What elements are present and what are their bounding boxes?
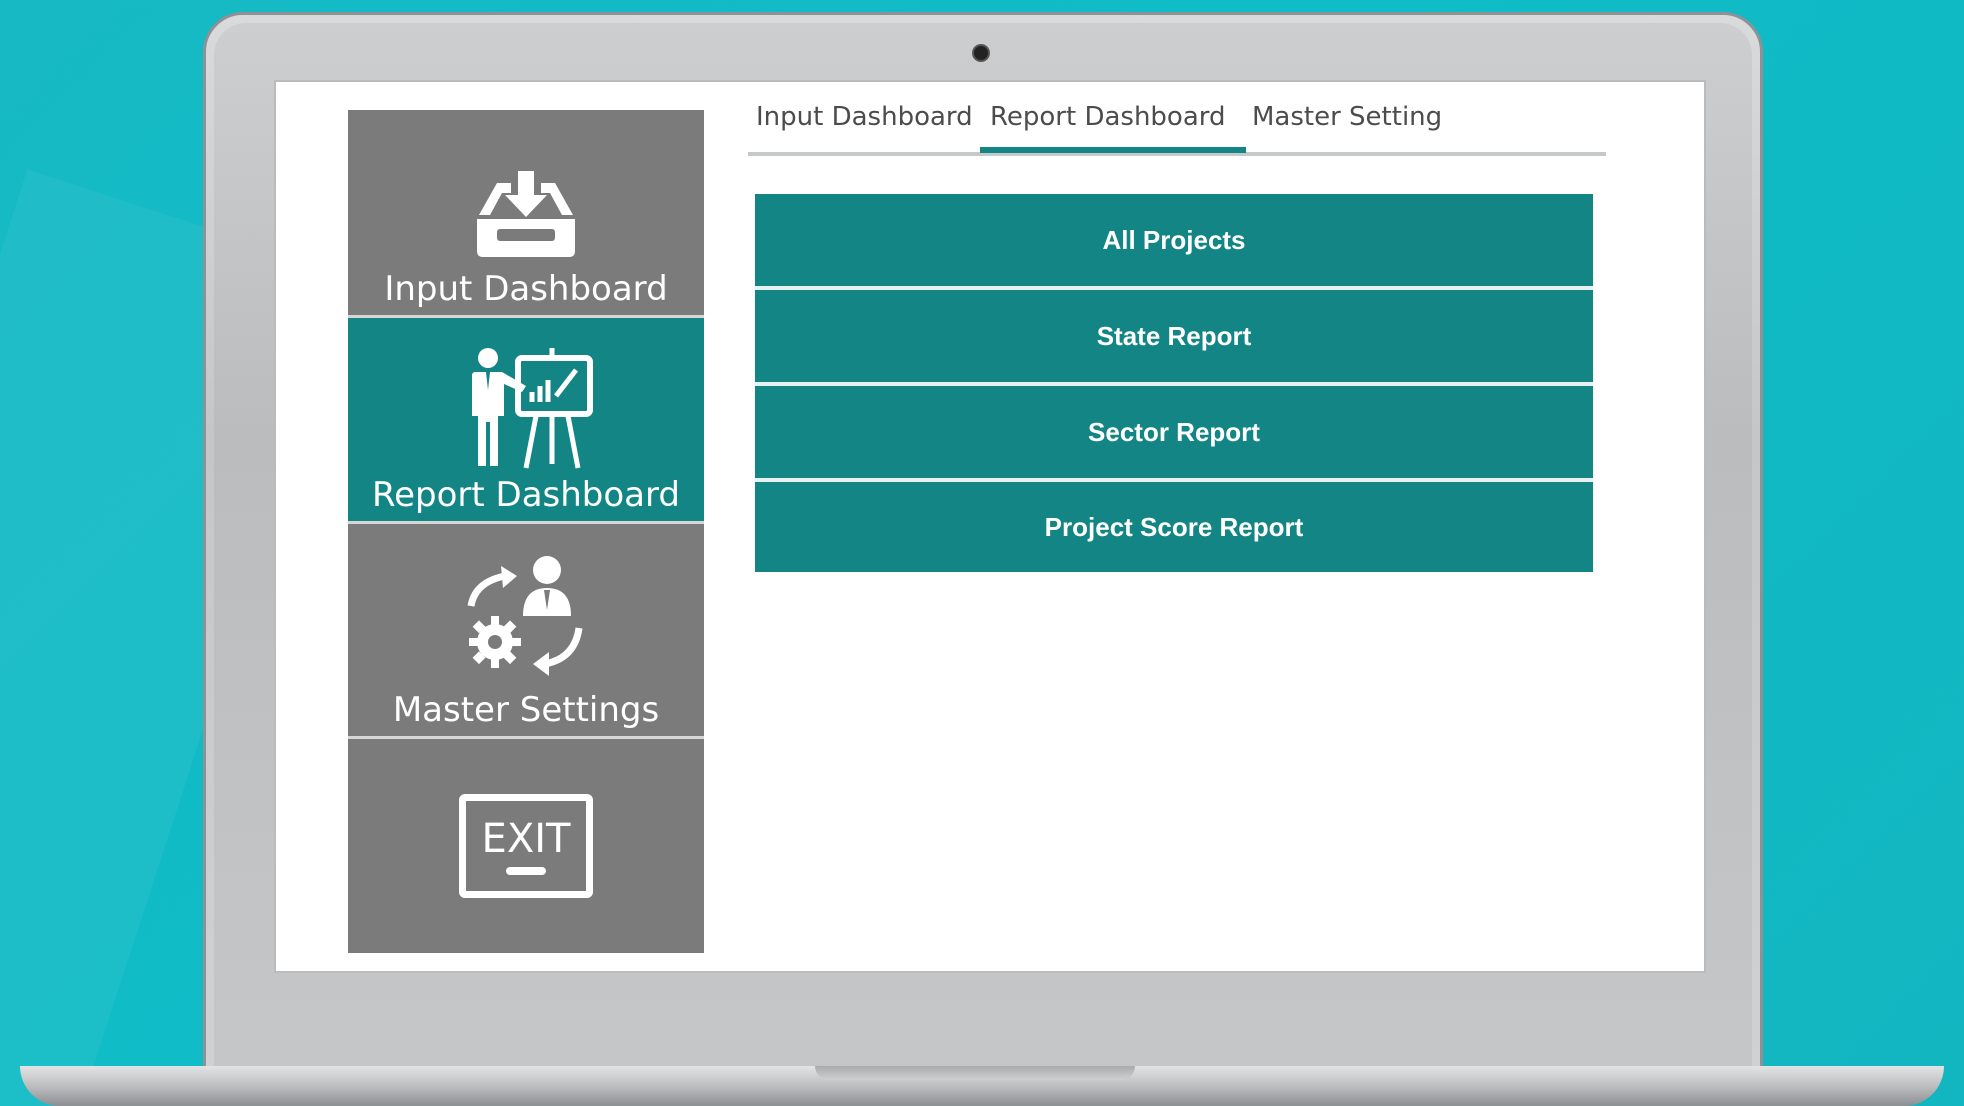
- user-gear-cycle-icon: [461, 554, 591, 684]
- laptop-hinge-notch: [815, 1066, 1135, 1080]
- exit-sign-icon: EXIT: [459, 794, 593, 898]
- state-report-button[interactable]: State Report: [755, 290, 1593, 382]
- exit-label: EXIT: [481, 816, 571, 862]
- sidebar-item-label: Input Dashboard: [384, 269, 668, 309]
- project-score-report-button[interactable]: Project Score Report: [755, 482, 1593, 572]
- tab-master-setting[interactable]: Master Setting: [1252, 102, 1442, 132]
- active-tab-indicator: [980, 147, 1246, 153]
- tab-input-dashboard[interactable]: Input Dashboard: [756, 102, 973, 132]
- exit-bar: [506, 867, 546, 875]
- sector-report-button[interactable]: Sector Report: [755, 386, 1593, 478]
- sidebar-item-input-dashboard[interactable]: Input Dashboard: [348, 110, 704, 315]
- sidebar: Input Dashboard Report Dashboard Master …: [348, 110, 704, 953]
- sidebar-item-master-settings[interactable]: Master Settings: [348, 524, 704, 736]
- tab-report-dashboard[interactable]: Report Dashboard: [990, 102, 1226, 132]
- sidebar-item-label: Master Settings: [392, 690, 660, 730]
- webcam: [972, 44, 990, 62]
- sidebar-item-report-dashboard[interactable]: Report Dashboard: [348, 318, 704, 521]
- presenter-board-icon: [456, 346, 596, 471]
- inbox-download-icon: [471, 169, 581, 259]
- tab-bar: Input Dashboard Report Dashboard Master …: [748, 92, 1606, 156]
- exit-button[interactable]: EXIT: [348, 739, 704, 953]
- sidebar-item-label: Report Dashboard: [372, 475, 680, 515]
- all-projects-button[interactable]: All Projects: [755, 194, 1593, 286]
